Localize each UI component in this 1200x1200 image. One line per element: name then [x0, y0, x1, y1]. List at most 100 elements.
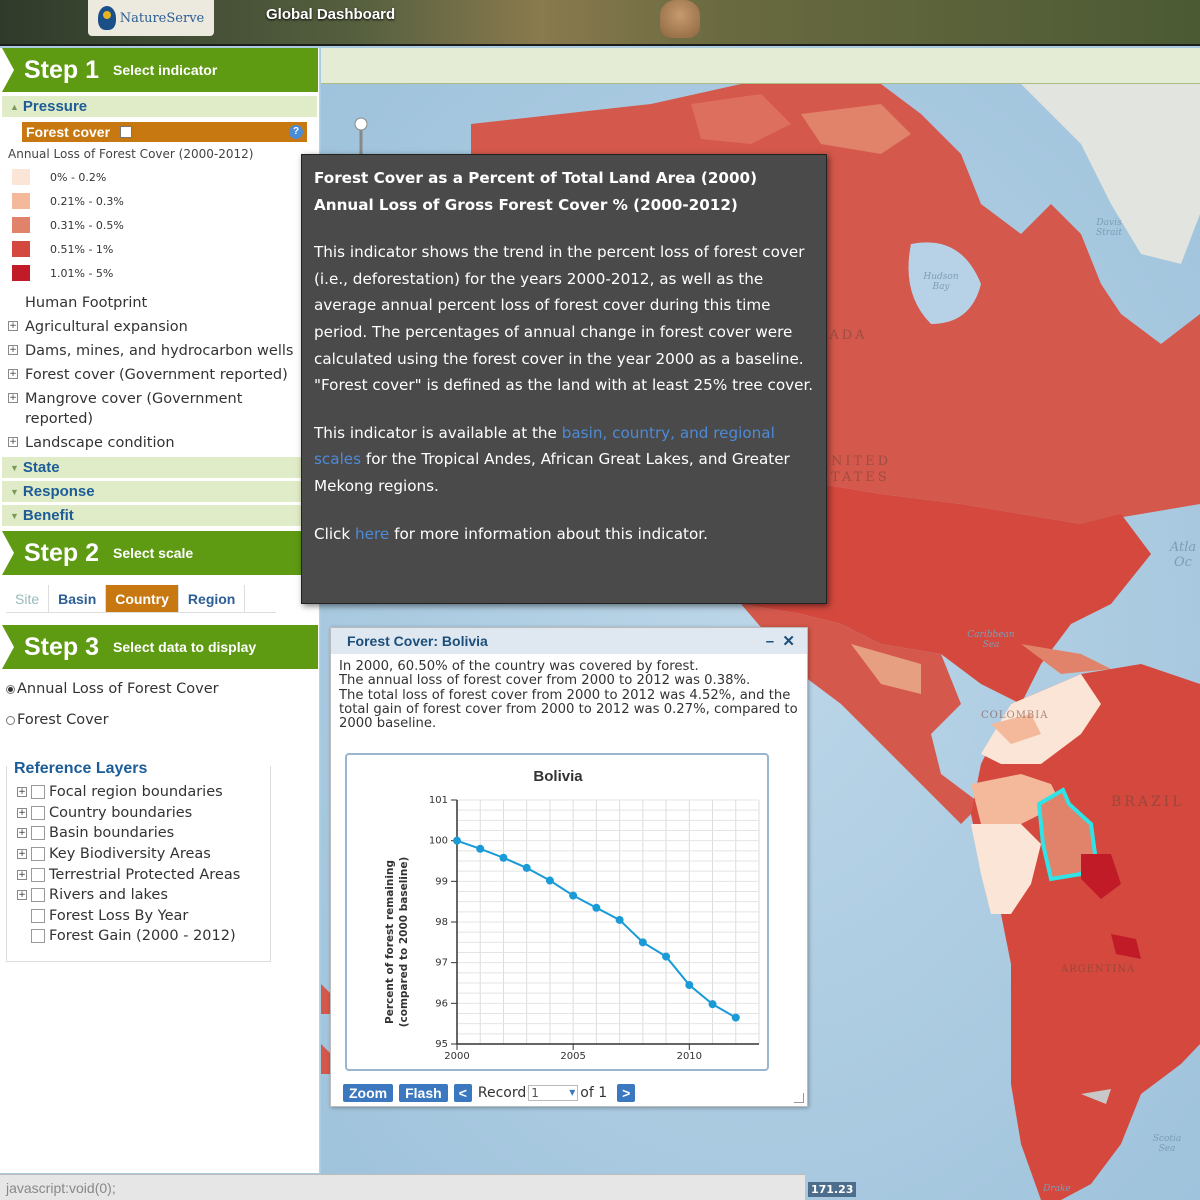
expand-plus-icon[interactable]: + — [17, 890, 27, 901]
layer-checkbox[interactable] — [31, 929, 45, 944]
indicator-item[interactable]: + Forest cover (Government reported) — [8, 365, 298, 385]
scale-tab-country[interactable]: Country — [106, 585, 179, 612]
sea-label-davis: Davis Strait — [1096, 218, 1122, 238]
data-point — [569, 891, 578, 900]
tooltip-availability: This indicator is available at the basin… — [314, 420, 814, 500]
legend-swatch — [12, 265, 30, 281]
reference-layer-row[interactable]: + Rivers and lakes — [17, 885, 270, 906]
tooltip-text: for more information about this indicato… — [389, 524, 708, 543]
sea-label-drake: Drake — [1043, 1184, 1071, 1194]
step2-header: Step 2 Select scale — [2, 531, 318, 575]
y-tick-label: 99 — [435, 876, 448, 887]
reference-layer-row[interactable]: + Focal region boundaries — [17, 782, 270, 803]
reference-layer-row[interactable]: + Country boundaries — [17, 803, 270, 824]
y-tick-label: 95 — [435, 1039, 448, 1050]
expand-plus-icon[interactable]: + — [17, 787, 27, 798]
map-label-usa-1: NITED — [831, 454, 892, 469]
x-tick-label: 2005 — [560, 1051, 585, 1062]
popup-title: Forest Cover: Bolivia — [347, 633, 488, 649]
reference-layer-row[interactable]: + Basin boundaries — [17, 823, 270, 844]
layer-checkbox[interactable] — [31, 867, 45, 882]
data-point — [615, 915, 624, 924]
radio-button-selected[interactable] — [6, 684, 15, 694]
expand-plus-icon[interactable]: + — [17, 849, 27, 860]
reference-layer-row[interactable]: + Terrestrial Protected Areas — [17, 864, 270, 885]
layer-checkbox[interactable] — [31, 805, 45, 820]
chart-svg: Bolivia 95 96 97 98 99 100 101 2000 2005 2010 Perce… — [384, 768, 760, 1062]
map-coordinate-readout: 171.23 — [808, 1182, 857, 1197]
logo-text: NatureServe — [119, 10, 205, 26]
popup-text-line: In 2000, 60.50% of the country was cover… — [339, 659, 699, 674]
data-point — [731, 1013, 740, 1022]
browser-status-bar: javascript:void(0); — [0, 1174, 805, 1200]
reference-layer-row[interactable]: Forest Gain (2000 - 2012) — [17, 926, 270, 947]
expand-plus-icon[interactable]: + — [8, 321, 18, 331]
x-tick-label: 2010 — [677, 1051, 702, 1062]
legend-item: 0.51% - 1% — [0, 237, 319, 261]
reference-layer-row[interactable]: + Key Biodiversity Areas — [17, 844, 270, 865]
left-panel: Step 1 Select indicator ▲ Pressure Fores… — [0, 48, 320, 1173]
popup-summary: In 2000, 60.50% of the country was cover… — [331, 654, 807, 731]
expand-plus-icon[interactable]: + — [17, 807, 27, 818]
map-label-usa-2: TATES — [831, 470, 890, 485]
layer-checkbox[interactable] — [31, 785, 45, 800]
chart-title: Bolivia — [533, 768, 583, 785]
indicator-item[interactable]: Human Footprint — [8, 293, 298, 313]
map-zoom-control[interactable] — [354, 117, 368, 131]
display-option-forest-cover[interactable]: Forest Cover — [6, 710, 319, 730]
indicator-item[interactable]: + Mangrove cover (Government reported) — [8, 389, 298, 429]
data-point — [522, 863, 531, 872]
map-toolbar — [321, 48, 1200, 84]
step3-label: Select data to display — [113, 639, 257, 655]
reference-layer-row[interactable]: Forest Loss By Year — [17, 906, 270, 927]
expand-arrow-icon: ▼ — [10, 510, 19, 521]
scale-tab-basin[interactable]: Basin — [49, 585, 107, 612]
popup-footer: Zoom Flash < Record 1 of 1 > — [343, 1084, 641, 1102]
layer-checkbox[interactable] — [31, 888, 45, 903]
scale-tab-region[interactable]: Region — [179, 585, 246, 612]
y-axis-label-line: Percent of forest remaining — [384, 860, 396, 1024]
indicator-item[interactable]: + Dams, mines, and hydrocarbon wells — [8, 341, 298, 361]
natureserve-logo[interactable]: NatureServe — [88, 0, 214, 36]
close-icon[interactable]: ✕ — [782, 633, 795, 650]
prev-record-button[interactable]: < — [453, 1084, 472, 1102]
category-state[interactable]: ▼ State — [2, 457, 317, 479]
next-record-button[interactable]: > — [617, 1084, 636, 1102]
scale-tab-site[interactable]: Site — [6, 585, 50, 612]
record-select[interactable]: 1 — [528, 1085, 579, 1101]
flash-button[interactable]: Flash — [399, 1084, 448, 1102]
legend: 0% - 0.2% 0.21% - 0.3% 0.31% - 0.5% 0.51… — [0, 165, 319, 285]
expand-plus-icon[interactable]: + — [8, 437, 18, 447]
expand-arrow-icon: ▼ — [10, 462, 19, 473]
layer-checkbox[interactable] — [31, 908, 45, 923]
info-icon[interactable]: ? — [289, 125, 303, 139]
radio-button[interactable] — [6, 715, 15, 725]
record-of-label: of 1 — [580, 1085, 608, 1101]
zoom-button[interactable]: Zoom — [343, 1084, 394, 1102]
expand-plus-icon[interactable]: + — [8, 369, 18, 379]
minimize-icon[interactable]: – — [766, 633, 774, 650]
category-state-label: State — [22, 459, 60, 476]
resize-handle[interactable] — [794, 1093, 804, 1103]
expand-plus-icon[interactable]: + — [8, 345, 18, 355]
indicator-menu-icon[interactable] — [120, 126, 133, 138]
expand-plus-icon[interactable]: + — [17, 869, 27, 880]
selected-indicator-forest-cover[interactable]: Forest cover ? — [22, 122, 307, 142]
data-point — [499, 853, 508, 862]
indicator-item[interactable]: + Landscape condition — [8, 433, 298, 453]
popup-text-line: The total loss of forest cover from 2000… — [339, 687, 798, 732]
layer-checkbox[interactable] — [31, 847, 45, 862]
category-pressure[interactable]: ▲ Pressure — [2, 96, 317, 118]
category-response[interactable]: ▼ Response — [2, 481, 317, 503]
dashboard-title: Global Dashboard — [266, 6, 396, 23]
expand-plus-icon[interactable]: + — [8, 393, 18, 403]
expand-plus-icon[interactable]: + — [17, 828, 27, 839]
more-info-link[interactable]: here — [355, 525, 389, 543]
step3-header: Step 3 Select data to display — [2, 625, 318, 669]
layer-label: Focal region boundaries — [49, 784, 223, 801]
display-option-annual-loss[interactable]: Annual Loss of Forest Cover — [6, 679, 319, 699]
layer-checkbox[interactable] — [31, 826, 45, 841]
category-benefit[interactable]: ▼ Benefit — [2, 505, 317, 527]
indicator-item[interactable]: + Agricultural expansion — [8, 317, 298, 337]
step2-number: Step 2 — [24, 538, 100, 567]
